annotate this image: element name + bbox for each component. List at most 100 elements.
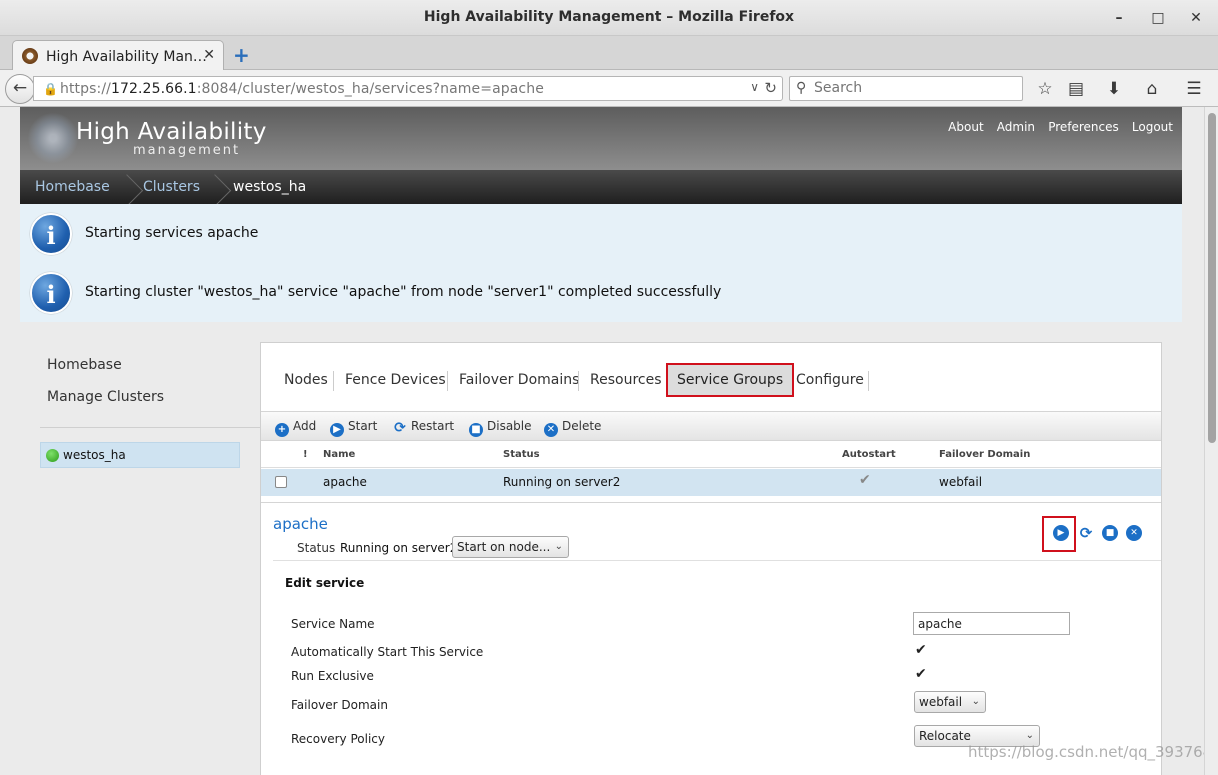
- col-autostart[interactable]: Autostart: [842, 449, 896, 460]
- tab-configure[interactable]: Configure: [796, 363, 864, 397]
- service-title: apache: [273, 515, 328, 533]
- page-scrollbar[interactable]: [1204, 107, 1218, 775]
- status-value: Running on server2: [340, 541, 458, 555]
- service-name-input[interactable]: [913, 612, 1070, 635]
- app-header: High Availability management About Admin…: [20, 107, 1182, 170]
- delete-icon: ✕: [544, 423, 558, 437]
- start-button[interactable]: ▶ Start: [330, 419, 377, 437]
- logo-icon: [28, 113, 78, 163]
- preferences-link[interactable]: Preferences: [1048, 120, 1119, 134]
- run-exclusive-label: Run Exclusive: [291, 669, 374, 683]
- breadcrumb-current: westos_ha: [233, 179, 307, 195]
- app-subtitle: management: [133, 143, 241, 158]
- watermark: https://blog.csdn.net/qq_39376481: [968, 743, 1218, 761]
- new-tab-icon[interactable]: +: [233, 43, 250, 67]
- tab-fence-devices[interactable]: Fence Devices: [345, 363, 446, 397]
- autostart-label: Automatically Start This Service: [291, 645, 484, 659]
- failover-domain-label: Failover Domain: [291, 698, 388, 712]
- menu-icon[interactable]: ☰: [1183, 78, 1205, 100]
- recovery-policy-label: Recovery Policy: [291, 732, 385, 746]
- tab-service-groups[interactable]: Service Groups: [666, 363, 795, 397]
- cluster-name: westos_ha: [63, 448, 126, 462]
- col-alert: !: [303, 449, 308, 460]
- status-online-icon: [46, 449, 59, 462]
- search-box[interactable]: ⚲: [789, 76, 1023, 101]
- restart-icon: ⟳: [394, 420, 406, 436]
- tab-separator: [333, 371, 334, 391]
- add-icon: +: [275, 423, 289, 437]
- stop-service-icon[interactable]: ■: [1102, 525, 1118, 541]
- tab-separator: [578, 371, 579, 391]
- app-title: High Availability: [76, 119, 267, 145]
- breadcrumb-homebase[interactable]: Homebase: [35, 179, 110, 195]
- table-row[interactable]: apache Running on server2 ✔ webfail: [261, 469, 1161, 496]
- window-title: High Availability Management – Mozilla F…: [423, 9, 795, 25]
- info-icon: [30, 272, 72, 314]
- restart-service-icon[interactable]: ⟳: [1078, 525, 1094, 541]
- tab-failover-domains[interactable]: Failover Domains: [459, 363, 579, 397]
- main-panel: Nodes Fence Devices Failover Domains Res…: [260, 342, 1162, 775]
- restart-button[interactable]: ⟳ Restart: [393, 419, 454, 435]
- browser-tab[interactable]: High Availability Man… ✕: [12, 40, 224, 71]
- tab-strip: High Availability Man… ✕ +: [0, 36, 1218, 71]
- row-checkbox[interactable]: [275, 476, 287, 488]
- download-icon[interactable]: ⬇: [1103, 78, 1125, 100]
- sidebar: Homebase Manage Clusters westos_ha: [20, 322, 260, 775]
- admin-link[interactable]: Admin: [997, 120, 1035, 134]
- scrollbar-thumb[interactable]: [1208, 113, 1216, 443]
- breadcrumb-separator: [212, 170, 226, 204]
- col-name[interactable]: Name: [323, 449, 355, 460]
- chevron-down-icon: ⌄: [554, 541, 563, 552]
- sidebar-divider: [40, 427, 260, 428]
- failover-domain-select[interactable]: webfail ⌄: [914, 691, 986, 713]
- service-name-label: Service Name: [291, 617, 375, 631]
- close-window-icon[interactable]: ✕: [1186, 8, 1206, 28]
- home-icon[interactable]: ⌂: [1141, 78, 1163, 100]
- message-text: Starting cluster "westos_ha" service "ap…: [85, 284, 722, 300]
- sidebar-item-manage-clusters[interactable]: Manage Clusters: [47, 389, 164, 405]
- url-bar[interactable]: 🔒 https://172.25.66.1:8084/cluster/westo…: [33, 76, 783, 101]
- minimize-icon[interactable]: –: [1109, 8, 1129, 28]
- row-failover-domain: webfail: [939, 475, 983, 489]
- play-icon: ▶: [330, 423, 344, 437]
- breadcrumb-separator: [124, 170, 138, 204]
- page-viewport: High Availability management About Admin…: [0, 107, 1218, 775]
- sidebar-item-homebase[interactable]: Homebase: [47, 357, 122, 373]
- reload-icon[interactable]: ↻: [764, 79, 777, 97]
- col-status[interactable]: Status: [503, 449, 540, 460]
- lock-icon: 🔒: [43, 82, 58, 96]
- search-input[interactable]: [814, 80, 1014, 96]
- tab-separator: [447, 371, 448, 391]
- window-titlebar: High Availability Management – Mozilla F…: [0, 0, 1218, 36]
- status-label: Status: [297, 541, 336, 555]
- breadcrumb: Homebase Clusters westos_ha: [20, 170, 1182, 204]
- back-button[interactable]: ←: [5, 74, 35, 104]
- breadcrumb-clusters[interactable]: Clusters: [143, 179, 200, 195]
- autostart-checkbox[interactable]: ✔: [915, 642, 927, 658]
- reading-list-icon[interactable]: ▤: [1065, 78, 1087, 100]
- col-failover-domain[interactable]: Failover Domain: [939, 449, 1030, 460]
- service-toolbar: + Add ▶ Start ⟳ Restart ■ Disable ✕ Delete: [261, 411, 1161, 441]
- tab-nodes[interactable]: Nodes: [284, 363, 328, 397]
- delete-button[interactable]: ✕ Delete: [544, 419, 601, 437]
- sidebar-item-cluster[interactable]: westos_ha: [40, 442, 240, 468]
- tab-resources[interactable]: Resources: [590, 363, 662, 397]
- about-link[interactable]: About: [948, 120, 983, 134]
- row-status: Running on server2: [503, 475, 621, 489]
- close-tab-icon[interactable]: ✕: [203, 47, 215, 63]
- row-name[interactable]: apache: [323, 475, 367, 489]
- top-links: About Admin Preferences Logout: [948, 120, 1182, 135]
- url-text: https://172.25.66.1:8084/cluster/westos_…: [60, 81, 544, 97]
- url-dropdown-icon[interactable]: ∨: [750, 80, 759, 94]
- delete-service-icon[interactable]: ✕: [1126, 525, 1142, 541]
- start-on-node-select[interactable]: Start on node... ⌄: [452, 536, 569, 558]
- run-exclusive-checkbox[interactable]: ✔: [915, 666, 927, 682]
- start-service-icon[interactable]: ▶: [1053, 525, 1069, 541]
- disable-button[interactable]: ■ Disable: [469, 419, 532, 437]
- bookmark-star-icon[interactable]: ☆: [1034, 78, 1056, 100]
- tab-separator: [868, 371, 869, 391]
- add-button[interactable]: + Add: [275, 419, 316, 437]
- logout-link[interactable]: Logout: [1132, 120, 1173, 134]
- maximize-icon[interactable]: □: [1148, 8, 1168, 28]
- search-icon: ⚲: [796, 80, 807, 96]
